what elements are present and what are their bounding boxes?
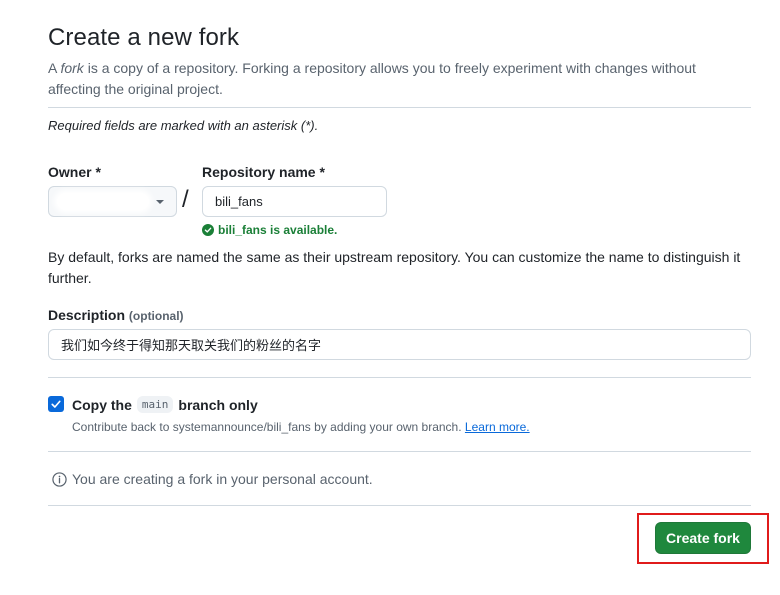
description-label: Description (optional): [48, 307, 184, 323]
page-title: Create a new fork: [48, 24, 240, 51]
repo-name-label: Repository name *: [202, 164, 325, 180]
description-label-text: Description: [48, 307, 126, 323]
copy-branch-note: Contribute back to systemannounce/bili_f…: [72, 420, 530, 434]
copy-main-branch-checkbox[interactable]: [48, 396, 64, 412]
required-note: Required fields are marked with an aster…: [48, 118, 319, 133]
info-icon: [52, 471, 67, 487]
branch-name-chip: main: [136, 396, 174, 413]
intro-rest: is a copy of a repository. Forking a rep…: [48, 60, 696, 97]
copy-label-suffix: branch only: [178, 396, 258, 413]
chevron-down-icon: [156, 200, 164, 204]
optional-tag: (optional): [128, 309, 184, 323]
intro-text: A fork is a copy of a repository. Forkin…: [48, 58, 728, 100]
owner-repo-separator: /: [182, 186, 189, 213]
checkmark-icon: [51, 400, 61, 408]
check-circle-icon: [202, 224, 214, 236]
divider: [48, 107, 751, 108]
copy-label-prefix: Copy the: [72, 396, 132, 413]
divider: [48, 377, 751, 378]
intro-prefix: A: [48, 60, 61, 76]
copy-note-text: Contribute back to systemannounce/bili_f…: [72, 420, 462, 434]
owner-label: Owner *: [48, 164, 101, 180]
owner-avatar-redacted: [57, 193, 149, 210]
description-input[interactable]: [48, 329, 751, 360]
intro-fork-word: fork: [60, 60, 84, 76]
info-text: You are creating a fork in your personal…: [72, 471, 373, 487]
availability-text: bili_fans is available.: [218, 223, 338, 237]
availability-status: bili_fans is available.: [202, 223, 337, 237]
repo-name-input[interactable]: [202, 186, 387, 217]
fork-account-info: You are creating a fork in your personal…: [52, 471, 373, 487]
copy-branch-label[interactable]: Copy the main branch only: [72, 396, 258, 413]
create-fork-button[interactable]: Create fork: [655, 522, 751, 554]
naming-help-text: By default, forks are named the same as …: [48, 249, 741, 286]
owner-select[interactable]: [48, 186, 177, 217]
divider: [48, 451, 751, 452]
learn-more-link[interactable]: Learn more.: [465, 420, 530, 434]
divider: [48, 505, 751, 506]
